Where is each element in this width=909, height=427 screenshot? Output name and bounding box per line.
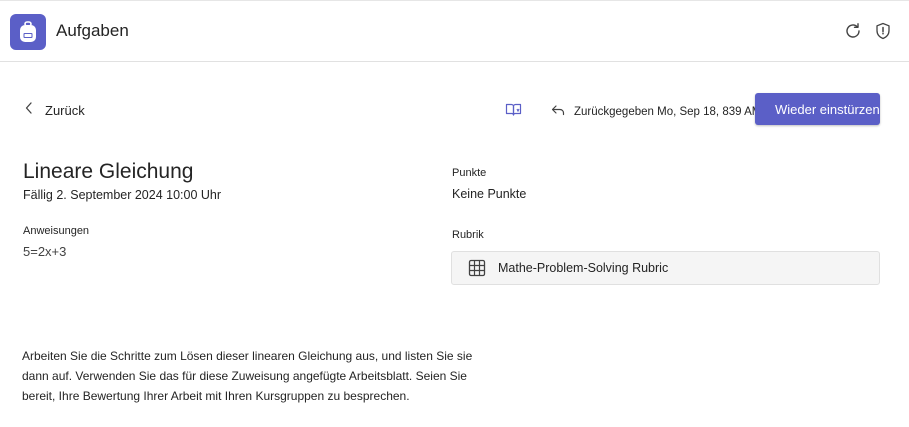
table-grid-icon <box>468 259 486 277</box>
backpack-icon <box>10 14 46 50</box>
assignment-title: Lineare Gleichung <box>23 160 194 183</box>
rubric-name: Mathe-Problem-Solving Rubric <box>498 261 669 275</box>
assignments-app: Aufgaben Zurück Zurückgegeben Mo, Sep 18… <box>0 0 909 427</box>
points-value: Keine Punkte <box>452 187 527 201</box>
resubmit-button[interactable]: Wieder einstürzen <box>755 93 880 125</box>
rubric-label: Rubrik <box>452 229 484 241</box>
app-header: Aufgaben <box>0 1 909 62</box>
shield-icon[interactable] <box>873 21 893 41</box>
returned-text: Zurückgegeben Mo, Sep 18, 839 AM <box>574 106 762 118</box>
app-title: Aufgaben <box>56 21 129 40</box>
points-label: Punkte <box>452 167 487 179</box>
back-label: Zurück <box>45 103 85 118</box>
refresh-icon[interactable] <box>843 21 863 41</box>
assignment-description: Arbeiten Sie die Schritte zum Lösen dies… <box>22 349 473 403</box>
back-button[interactable]: Zurück <box>24 101 85 120</box>
due-date: Fällig 2. September 2024 10:00 Uhr <box>23 188 222 202</box>
instructions-label: Anweisungen <box>23 225 90 237</box>
chevron-left-icon <box>24 101 34 120</box>
instructions-value: 5=2x+3 <box>23 244 67 259</box>
returned-status: Zurückgegeben Mo, Sep 18, 839 AM <box>551 103 761 121</box>
immersive-reader-icon[interactable] <box>505 101 523 119</box>
reply-arrow-icon <box>551 103 565 121</box>
rubric-card[interactable]: Mathe-Problem-Solving Rubric <box>451 251 880 285</box>
